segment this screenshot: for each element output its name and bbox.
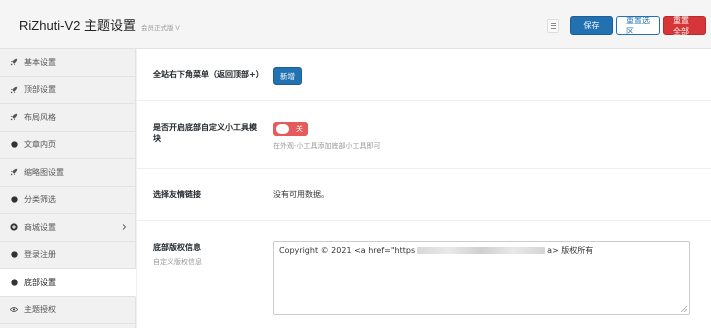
sidebar-item-label: 主题授权 [24, 305, 56, 315]
toggle-knob [276, 124, 289, 134]
field-help: 在外观-小工具添加底部小工具即可 [273, 142, 381, 150]
rocket-icon [10, 86, 18, 94]
sidebar-item[interactable]: 文章内页 [0, 132, 135, 159]
resize-handle-icon[interactable] [681, 306, 687, 312]
toggle-state-label: 关 [296, 125, 303, 133]
field-label: 全站右下角菜单（返回顶部+） [153, 70, 264, 79]
redacted-url [417, 247, 546, 254]
copyright-text-start: Copyright © 2021 <a href="https [279, 246, 416, 255]
toolbar: 保存 重置选区 重置全部 [547, 16, 706, 36]
footer-widget-toggle[interactable]: 关 [273, 122, 308, 136]
main-content: 全站右下角菜单（返回顶部+） 新增 是否开启底部自定义小工具模块 关 在外观-小… [137, 49, 711, 328]
sidebar: 基本设置顶部设置布局风格文章内页缩略图设置分类筛选商城设置登录注册底部设置主题授… [0, 49, 136, 328]
field-label: 是否开启底部自定义小工具模块 [153, 123, 257, 143]
sidebar-item[interactable]: 登录注册 [0, 242, 135, 269]
eye-icon [10, 306, 18, 314]
chevron-right-icon [120, 223, 128, 231]
page-title: RiZhuti-V2 主题设置 [19, 18, 137, 33]
circle-icon [10, 196, 18, 204]
sidebar-item[interactable]: 底部设置 [0, 269, 136, 297]
sidebar-item-label: 底部设置 [24, 277, 56, 287]
version-label: 会员正式版 V [141, 25, 180, 32]
rocket-icon [10, 58, 18, 66]
circle-icon [10, 251, 18, 259]
sidebar-item-label: 基本设置 [24, 57, 56, 67]
reset-all-button[interactable]: 重置全部 [663, 16, 706, 36]
sidebar-item[interactable]: 商城设置 [0, 214, 135, 242]
sidebar-item-label: 商城设置 [24, 222, 56, 232]
expand-menu-icon[interactable] [547, 18, 559, 33]
circle-icon [10, 278, 18, 286]
sidebar-item[interactable]: 缩略图设置 [0, 159, 135, 187]
reset-section-button[interactable]: 重置选区 [616, 16, 660, 36]
sidebar-item[interactable]: 分类筛选 [0, 187, 135, 214]
empty-data-text: 没有可用数据。 [273, 190, 329, 199]
field-label-copyright: 底部版权信息 [153, 243, 201, 252]
sidebar-item-label: 文章内页 [24, 140, 56, 150]
brand: RiZhuti-V2 主题设置 会员正式版 V [19, 15, 180, 34]
add-button[interactable]: 新增 [273, 67, 302, 85]
save-button[interactable]: 保存 [570, 16, 613, 35]
header: RiZhuti-V2 主题设置 会员正式版 V 保存 重置选区 重置全部 [0, 0, 711, 49]
copyright-text-end: a> 版权所有 [547, 246, 594, 255]
sidebar-item[interactable]: 布局风格 [0, 104, 135, 132]
sidebar-item-label: 分类筛选 [24, 195, 56, 205]
rocket-icon [10, 168, 18, 176]
sidebar-item-label: 布局风格 [24, 112, 56, 122]
rocket-icon [10, 113, 18, 121]
sidebar-item[interactable]: 顶部设置 [0, 77, 135, 104]
field-corner-menu: 全站右下角菜单（返回顶部+） 新增 [137, 49, 711, 101]
sidebar-item[interactable]: 基本设置 [0, 49, 135, 77]
field-sublabel-copyright: 自定义版权信息 [153, 258, 202, 266]
plus-circle-icon [10, 223, 18, 231]
copyright-textarea[interactable]: Copyright © 2021 <a href="https a> 版权所有 [273, 241, 690, 315]
field-label: 选择友情链接 [153, 190, 201, 199]
field-footer-widget: 是否开启底部自定义小工具模块 关 在外观-小工具添加底部小工具即可 [137, 101, 711, 169]
circle-icon [10, 141, 18, 149]
field-friend-links: 选择友情链接 没有可用数据。 [137, 169, 711, 221]
sidebar-item-label: 缩略图设置 [24, 167, 64, 177]
sidebar-item[interactable]: 主题授权 [0, 297, 135, 324]
sidebar-item-label: 顶部设置 [24, 85, 56, 95]
sidebar-item-label: 登录注册 [24, 250, 56, 260]
